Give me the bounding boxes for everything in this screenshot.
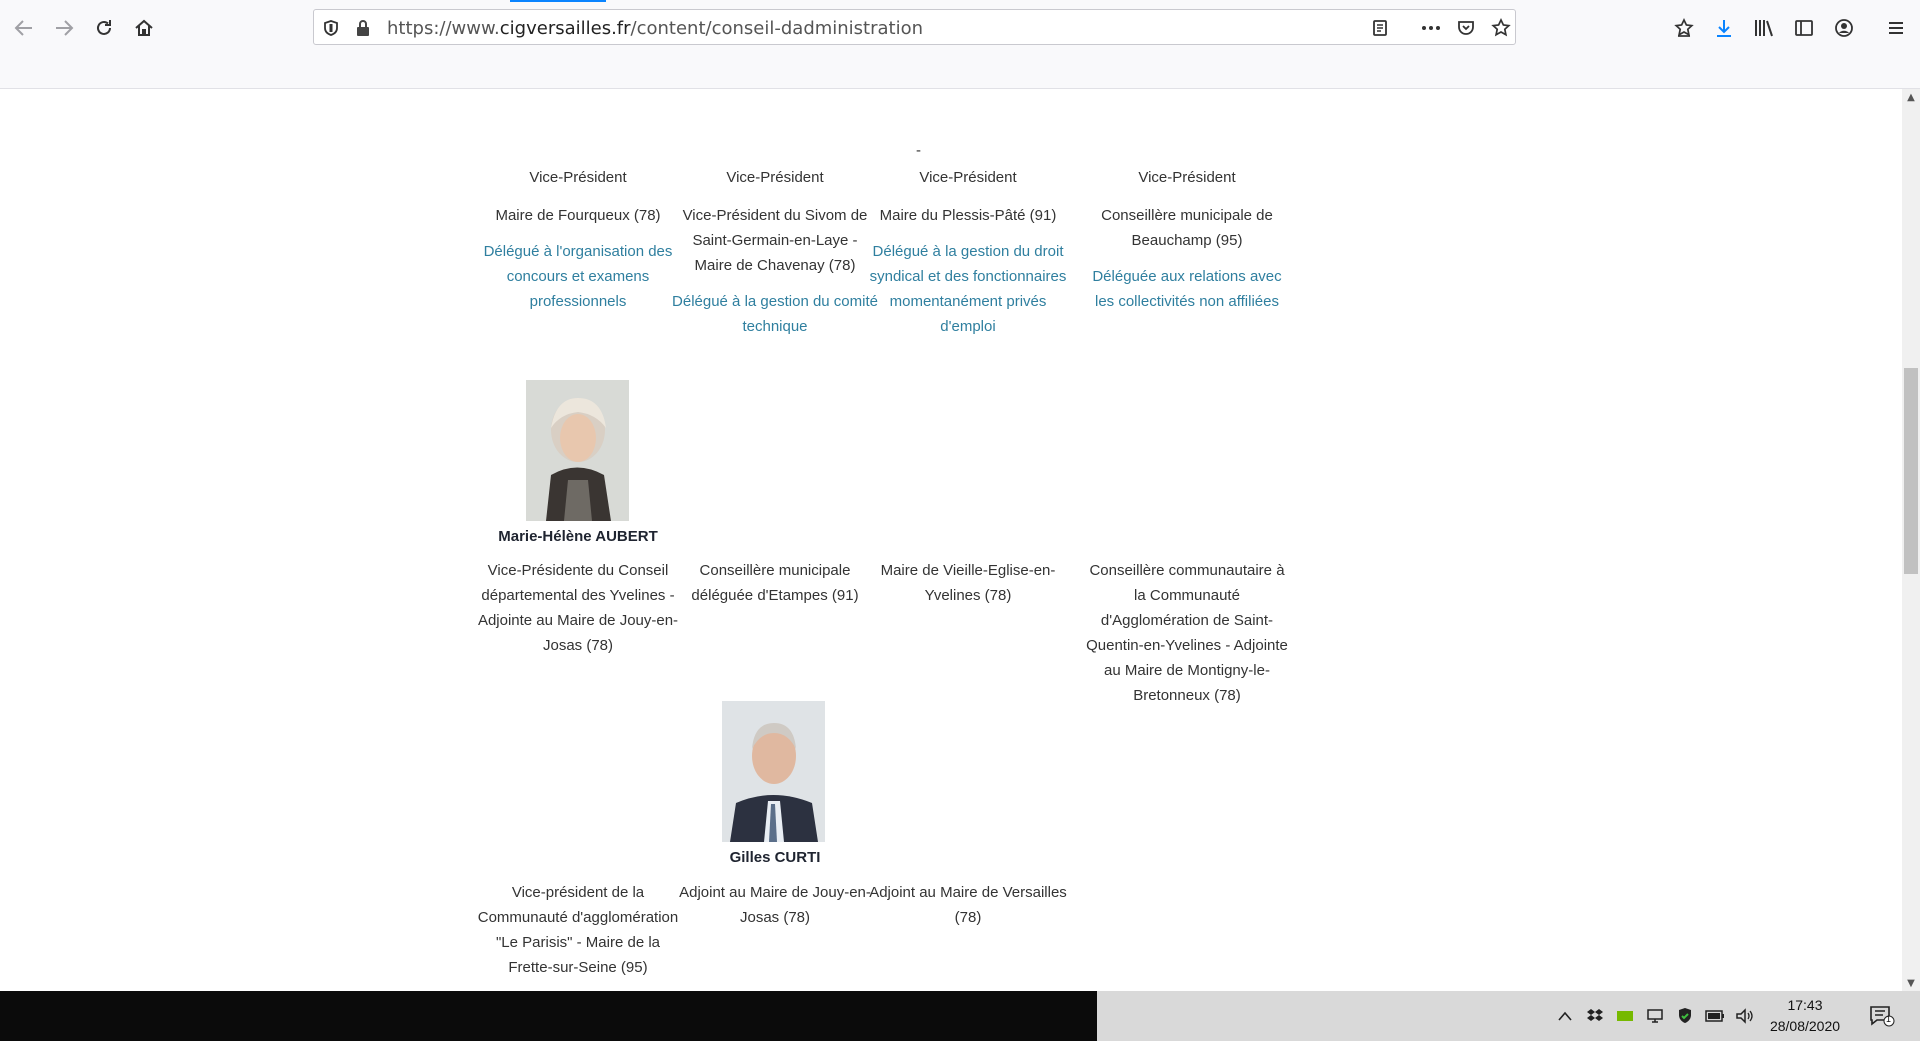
battery-icon[interactable]: [1703, 1004, 1727, 1028]
volume-icon[interactable]: [1733, 1004, 1757, 1028]
notifications-icon[interactable]: 1: [1867, 1004, 1897, 1028]
member-card: Vice-Président Maire de Fourqueux (78) D…: [475, 165, 681, 314]
member-name: Marie-Hélène AUBERT: [498, 528, 658, 545]
member-description: Conseillère municipale déléguée d'Etampe…: [691, 562, 859, 604]
scrollbar-thumb[interactable]: [1904, 368, 1918, 574]
taskbar-apps-area: [0, 991, 1097, 1041]
member-delegation: Délégué à l'organisation des concours et…: [483, 243, 673, 310]
member-description: Adjoint au Maire de Jouy-en-Josas (78): [679, 884, 871, 926]
hamburger-menu-icon[interactable]: [1880, 12, 1912, 44]
tracking-shield-icon[interactable]: [319, 16, 343, 40]
member-card: Adjoint au Maire de Jouy-en-Josas (78): [672, 880, 878, 930]
member-description: Maire de Vieille-Eglise-en-Yvelines (78): [880, 562, 1056, 604]
member-card: Maire de Vieille-Eglise-en-Yvelines (78): [865, 558, 1071, 608]
library-icon[interactable]: [1748, 12, 1780, 44]
member-card: Conseillère municipale déléguée d'Etampe…: [672, 558, 878, 608]
browser-toolbar: https://www.cigversailles.fr/content/con…: [0, 0, 1920, 56]
url-bar[interactable]: https://www.cigversailles.fr/content/con…: [313, 9, 1516, 45]
nvidia-icon[interactable]: [1613, 1004, 1637, 1028]
member-card: Conseillère communautaire à la Communaut…: [1084, 558, 1290, 708]
member-description: Maire du Plessis-Pâté (91): [879, 207, 1057, 224]
member-role: Vice-Président: [1138, 169, 1236, 186]
member-card: Vice-Président Vice-Président du Sivom d…: [672, 165, 878, 339]
clock-date: 28/08/2020: [1769, 1018, 1841, 1034]
pocket-icon[interactable]: [1454, 16, 1478, 40]
page-actions-icon[interactable]: [1419, 16, 1443, 40]
member-role: Vice-Président: [529, 169, 627, 186]
forward-icon[interactable]: [46, 10, 82, 46]
dropbox-icon[interactable]: [1583, 1004, 1607, 1028]
back-icon[interactable]: [6, 10, 42, 46]
stray-dash: -: [916, 142, 921, 159]
clock-time: 17:43: [1787, 997, 1823, 1013]
member-role: Vice-Président: [919, 169, 1017, 186]
downloads-icon[interactable]: [1708, 12, 1740, 44]
member-card: Adjoint au Maire de Versailles (78): [865, 880, 1071, 930]
member-role: Vice-Président: [726, 169, 824, 186]
secondary-toolbar: [0, 56, 1920, 89]
member-photo: [526, 380, 629, 521]
home-icon[interactable]: [126, 10, 162, 46]
active-tab-indicator: [510, 0, 606, 2]
member-description: Conseillère communautaire à la Communaut…: [1086, 562, 1288, 704]
bookmark-star-icon[interactable]: [1489, 16, 1513, 40]
member-photo: [722, 701, 825, 842]
member-card: Vice-Président Maire du Plessis-Pâté (91…: [865, 165, 1071, 339]
scroll-up-icon[interactable]: ▲: [1902, 89, 1920, 105]
chevron-up-icon[interactable]: [1553, 1004, 1577, 1028]
reload-icon[interactable]: [86, 10, 122, 46]
notification-count: 1: [1886, 1014, 1892, 1024]
security-shield-icon[interactable]: [1673, 1004, 1697, 1028]
network-icon[interactable]: [1643, 1004, 1667, 1028]
bookmarks-star-list-icon[interactable]: [1668, 12, 1700, 44]
member-description: Vice-Président du Sivom de Saint-Germain…: [682, 207, 868, 274]
page-viewport: - Vice-Président Maire de Fourqueux (78)…: [0, 89, 1902, 991]
member-card: Vice-Président Conseillère municipale de…: [1084, 165, 1290, 314]
member-description: Adjoint au Maire de Versailles (78): [869, 884, 1067, 926]
sidebar-icon[interactable]: [1788, 12, 1820, 44]
url-text[interactable]: https://www.cigversailles.fr/content/con…: [387, 18, 923, 39]
member-description: Maire de Fourqueux (78): [495, 207, 661, 224]
member-description: Conseillère municipale de Beauchamp (95): [1101, 207, 1273, 249]
account-icon[interactable]: [1828, 12, 1860, 44]
reader-view-icon[interactable]: [1368, 16, 1392, 40]
lock-icon[interactable]: [351, 16, 375, 40]
scroll-down-icon[interactable]: ▼: [1902, 975, 1920, 991]
member-delegation: Délégué à la gestion du droit syndical e…: [869, 243, 1067, 335]
member-name: Gilles CURTI: [729, 849, 821, 866]
member-description: Vice-président de la Communauté d'agglom…: [477, 884, 679, 976]
member-delegation: Déléguée aux relations avec les collecti…: [1092, 268, 1282, 310]
system-clock[interactable]: 17:43 28/08/2020: [1757, 995, 1853, 1037]
member-card: Vice-président de la Communauté d'agglom…: [475, 880, 681, 980]
member-description: Vice-Présidente du Conseil départemental…: [477, 562, 679, 654]
member-card: Vice-Présidente du Conseil départemental…: [475, 558, 681, 658]
member-delegation: Délégué à la gestion du comité technique: [672, 293, 878, 335]
